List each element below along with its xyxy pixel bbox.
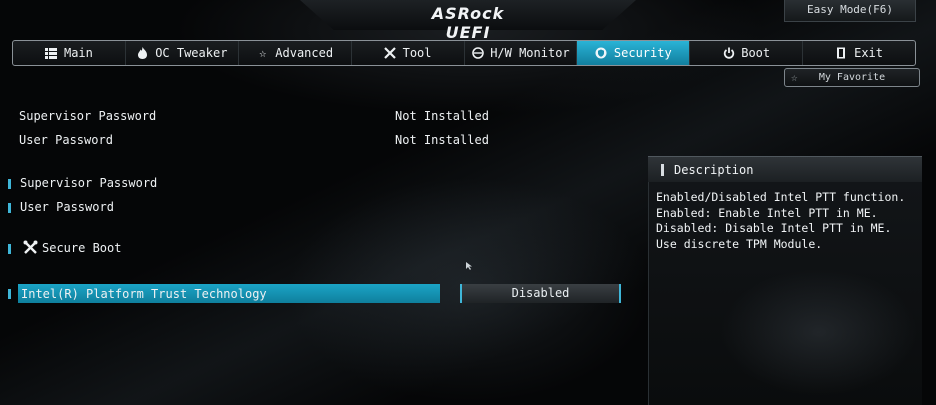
ptt-value-dropdown[interactable]: Disabled (460, 284, 621, 303)
list-icon (45, 47, 58, 60)
flame-icon (136, 47, 149, 60)
tab-label: Exit (854, 46, 884, 60)
secure-boot-item[interactable]: Secure Boot (23, 240, 121, 255)
easy-mode-button[interactable]: Easy Mode(F6) (784, 0, 916, 22)
monitor-icon (471, 47, 484, 60)
shield-icon (595, 47, 608, 60)
tab-label: Security (613, 46, 672, 60)
main-tab-bar: Main OC Tweaker ☆ Advanced Tool H/W Moni… (12, 40, 916, 66)
tab-label: OC Tweaker (155, 46, 228, 60)
exit-icon (835, 47, 848, 60)
star-icon: ☆ (259, 46, 267, 60)
tab-label: Main (63, 46, 93, 60)
brand-logo: ASRock UEFI (431, 4, 505, 42)
tab-hw-monitor[interactable]: H/W Monitor (465, 41, 578, 65)
favorite-star-icon: ☆ (791, 71, 798, 84)
power-icon (722, 47, 735, 60)
tab-label: Advanced (275, 46, 334, 60)
user-password-item[interactable]: User Password (20, 200, 114, 214)
wrench-icon (384, 47, 397, 60)
tab-advanced[interactable]: ☆ Advanced (239, 41, 352, 65)
tab-label: H/W Monitor (490, 46, 570, 60)
mouse-pointer-icon (466, 262, 472, 270)
tab-main[interactable]: Main (13, 41, 126, 65)
secure-boot-label: Secure Boot (42, 240, 122, 255)
description-header: Description (648, 156, 922, 182)
ptt-item-label: Intel(R) Platform Trust Technology (21, 287, 267, 301)
description-marker (661, 164, 664, 176)
my-favorite-button[interactable]: ☆ My Favorite (784, 68, 920, 87)
user-status-label: User Password (19, 133, 113, 147)
tab-tool[interactable]: Tool (352, 41, 465, 65)
description-text: Enabled/Disabled Intel PTT function. Ena… (656, 190, 906, 251)
description-title: Description (674, 163, 754, 177)
supervisor-status-label: Supervisor Password (19, 109, 157, 123)
tab-security[interactable]: Security (577, 41, 691, 65)
item-marker (8, 289, 11, 299)
tab-label: Tool (402, 46, 432, 60)
item-marker (8, 203, 11, 213)
item-marker (8, 179, 11, 189)
tab-label: Boot (741, 46, 771, 60)
supervisor-password-item[interactable]: Supervisor Password (20, 176, 157, 190)
tab-exit[interactable]: Exit (803, 41, 915, 65)
tab-boot[interactable]: Boot (690, 41, 804, 65)
tab-oc-tweaker[interactable]: OC Tweaker (126, 41, 239, 65)
my-favorite-label: My Favorite (818, 72, 886, 83)
wrench-icon (23, 240, 38, 255)
item-marker (8, 244, 11, 254)
supervisor-status-value: Not Installed (395, 109, 489, 123)
user-status-value: Not Installed (395, 133, 489, 147)
